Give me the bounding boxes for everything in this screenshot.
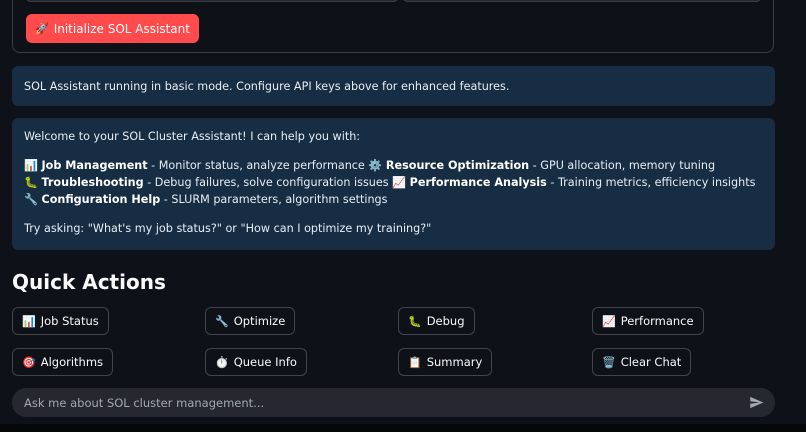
feature-desc: - Training metrics, efficiency insights <box>546 176 756 189</box>
initialize-button-label: Initialize SOL Assistant <box>53 21 190 36</box>
chat-input-bar <box>12 388 775 417</box>
chart-icon: 📊 <box>22 314 36 328</box>
summary-label: Summary <box>426 355 483 369</box>
feature-desc: - Debug failures, solve configuration is… <box>143 176 393 189</box>
wrench-icon: 🔧 <box>215 314 229 328</box>
initialize-button[interactable]: 🚀 Initialize SOL Assistant <box>26 14 199 43</box>
clipboard-icon: 📋 <box>408 355 422 369</box>
quick-actions-title: Quick Actions <box>12 270 166 294</box>
feature-desc: - GPU allocation, memory tuning <box>529 159 716 172</box>
performance-label: Performance <box>620 314 694 328</box>
summary-button[interactable]: 📋 Summary <box>398 348 493 376</box>
stopwatch-icon: ⏱️ <box>215 355 229 369</box>
api-key-input-right[interactable] <box>402 0 762 2</box>
send-icon[interactable] <box>747 394 765 412</box>
trash-icon: 🗑️ <box>602 355 616 369</box>
feature-title: Troubleshooting <box>41 176 144 189</box>
bug-icon: 🐛 <box>408 314 422 328</box>
info-message: SOL Assistant running in basic mode. Con… <box>12 66 775 106</box>
feature-desc: - SLURM parameters, algorithm settings <box>160 193 388 206</box>
job-status-label: Job Status <box>40 314 99 328</box>
algorithms-label: Algorithms <box>40 355 104 369</box>
queue-info-label: Queue Info <box>233 355 297 369</box>
clear-chat-label: Clear Chat <box>620 355 682 369</box>
rocket-icon: 🚀 <box>35 22 49 35</box>
welcome-try-text: Try asking: "What's my job status?" or "… <box>24 222 432 235</box>
welcome-intro: Welcome to your SOL Cluster Assistant! I… <box>24 130 361 143</box>
feature-title: Resource Optimization <box>385 159 530 172</box>
clear-chat-button[interactable]: 🗑️ Clear Chat <box>592 348 692 376</box>
api-key-input-left[interactable] <box>25 0 399 2</box>
trend-icon: 📈 <box>602 314 616 328</box>
job-status-button[interactable]: 📊 Job Status <box>12 307 109 335</box>
feature-title: Performance Analysis <box>409 176 547 189</box>
wrench-icon: 🔧 <box>24 193 38 206</box>
gear-icon: ⚙️ <box>368 159 383 172</box>
feature-title: Job Management <box>41 159 148 172</box>
chart-icon: 📊 <box>24 159 38 172</box>
feature-desc: - Monitor status, analyze performance <box>147 159 369 172</box>
config-panel: 🚀 Initialize SOL Assistant <box>12 0 774 53</box>
optimize-button[interactable]: 🔧 Optimize <box>205 307 296 335</box>
feature-title: Configuration Help <box>41 193 161 206</box>
queue-info-button[interactable]: ⏱️ Queue Info <box>205 348 307 376</box>
performance-button[interactable]: 📈 Performance <box>592 307 704 335</box>
chat-input[interactable] <box>22 394 747 411</box>
bottom-edge <box>0 424 806 432</box>
debug-button[interactable]: 🐛 Debug <box>398 307 475 335</box>
info-message-text: SOL Assistant running in basic mode. Con… <box>24 79 510 93</box>
bug-icon: 🐛 <box>24 176 38 189</box>
welcome-features: 📊 Job Management - Monitor status, analy… <box>24 157 763 208</box>
trend-icon: 📈 <box>392 176 407 189</box>
optimize-label: Optimize <box>233 314 286 328</box>
debug-label: Debug <box>426 314 465 328</box>
target-icon: 🎯 <box>22 355 36 369</box>
algorithms-button[interactable]: 🎯 Algorithms <box>12 348 114 376</box>
welcome-message: Welcome to your SOL Cluster Assistant! I… <box>12 118 775 250</box>
